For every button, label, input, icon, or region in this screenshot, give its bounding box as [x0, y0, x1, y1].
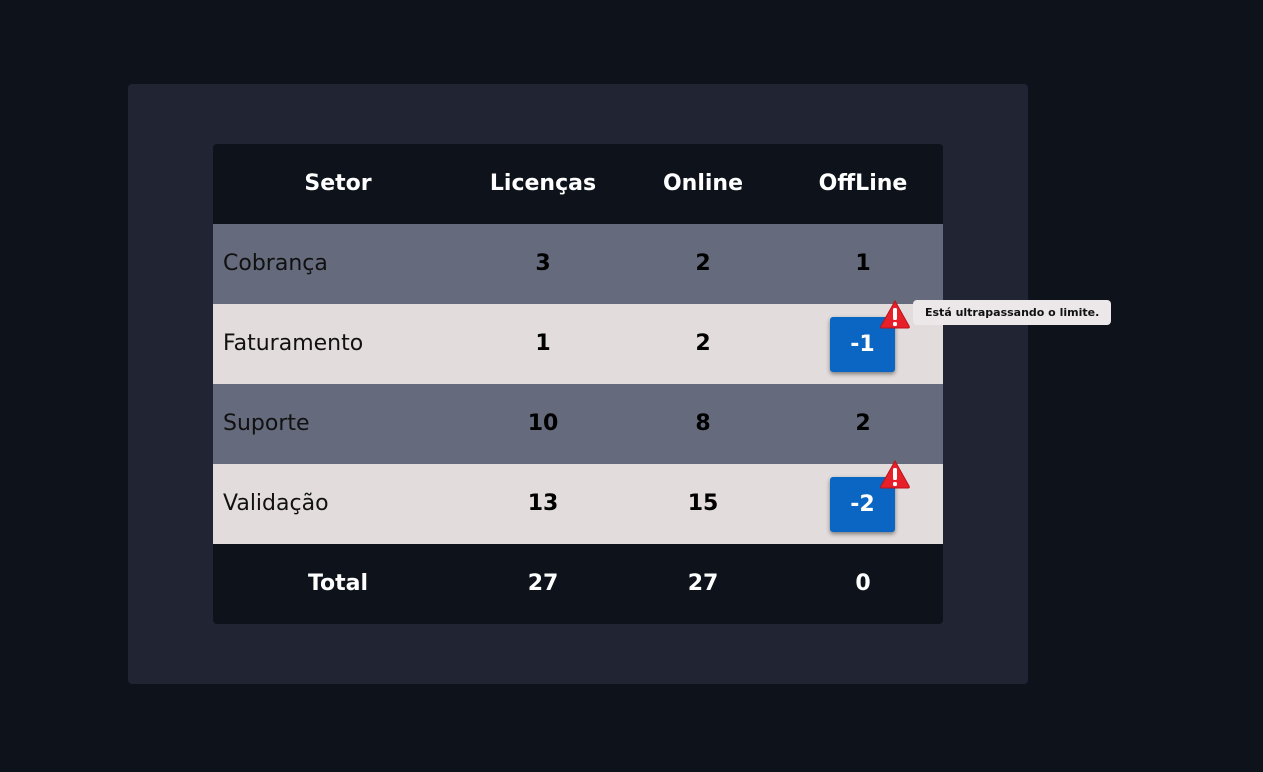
cell-setor: Validação	[223, 491, 329, 516]
cell-setor: Suporte	[223, 411, 310, 436]
cell-offline: 1	[855, 251, 871, 276]
header-setor: Setor	[304, 171, 372, 196]
total-licencas: 27	[527, 571, 559, 596]
cell-online: 2	[695, 251, 711, 276]
warning-tooltip: Está ultrapassando o limite.	[913, 300, 1112, 325]
total-offline: 0	[855, 571, 871, 596]
cell-setor: Cobrança	[223, 251, 328, 276]
header-licencas: Licenças	[489, 171, 597, 196]
table-footer: Total 27 27 0	[213, 544, 943, 624]
cell-licencas: 10	[527, 411, 559, 436]
cell-online: 2	[695, 331, 711, 356]
total-online: 27	[687, 571, 719, 596]
cell-online: 15	[687, 491, 719, 516]
table-row: Cobrança 3 2 1	[213, 224, 943, 304]
table-row: Faturamento 1 2 -1	[213, 299, 943, 384]
cell-licencas: 3	[535, 251, 551, 276]
warning-triangle-icon[interactable]	[879, 299, 911, 329]
cell-offline: 2	[855, 411, 871, 436]
warning-triangle-icon[interactable]	[879, 459, 911, 489]
cell-online: 8	[695, 411, 711, 436]
header-online: Online	[662, 171, 744, 196]
table-row: Suporte 10 8 2	[213, 384, 943, 464]
licenses-table: Setor Licenças Online OffLine Cobrança 3…	[213, 144, 1112, 624]
header-offline: OffLine	[818, 171, 908, 196]
table-header: Setor Licenças Online OffLine	[213, 144, 943, 224]
cell-licencas: 1	[535, 331, 551, 356]
total-label: Total	[307, 571, 369, 596]
cell-offline: -2	[783, 459, 943, 544]
cell-setor: Faturamento	[223, 331, 364, 356]
content-panel: Setor Licenças Online OffLine Cobrança 3…	[128, 84, 1112, 684]
table-row: Validação 13 15 -2	[213, 459, 943, 544]
cell-licencas: 13	[527, 491, 559, 516]
